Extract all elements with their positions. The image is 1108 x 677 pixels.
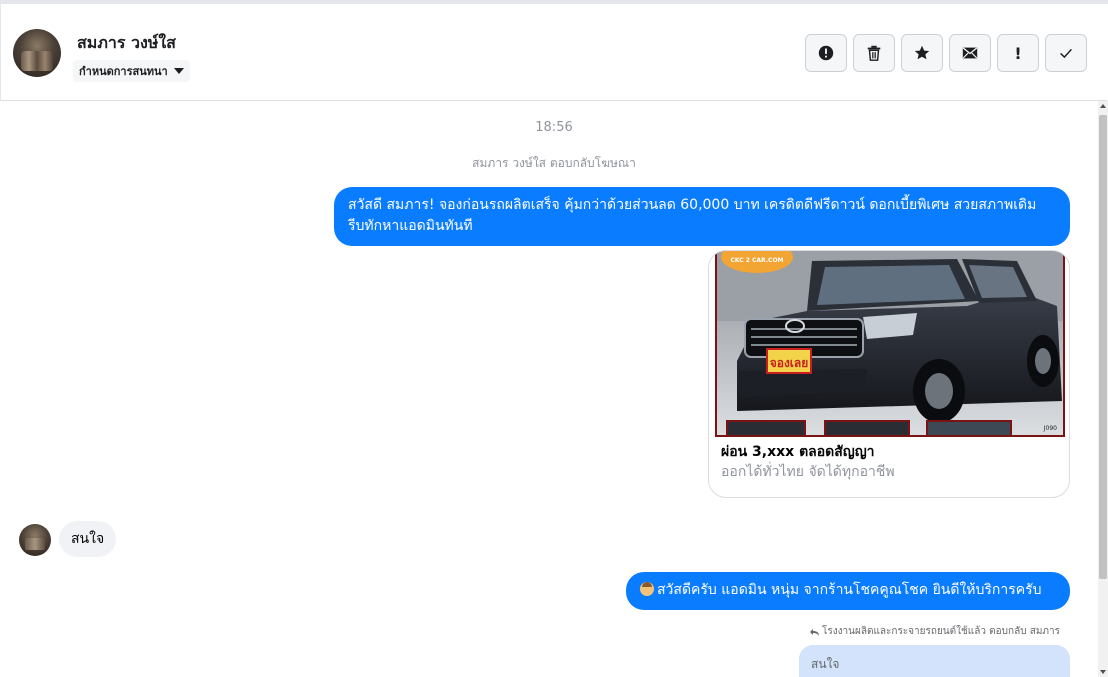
contact-name[interactable]: สมภาร วงษ์ใส [77,31,176,56]
report-button[interactable] [805,34,847,72]
caret-down-icon [173,68,184,74]
mark-unread-button[interactable] [949,34,991,72]
outgoing-message-greeting[interactable]: สวัสดีครับ แอดมิน หนุ่ม จากร้านโชคคูณโชค… [626,572,1070,610]
delete-button[interactable] [853,34,895,72]
contact-avatar[interactable] [13,29,61,77]
star-button[interactable] [901,34,943,72]
contact-avatar-small[interactable] [19,524,51,556]
scroll-down-arrow-icon[interactable] [1100,670,1106,674]
greeting-text: สวัสดีครับ แอดมิน หนุ่ม จากร้านโชคคูณโชค… [657,582,1042,598]
trash-icon [867,45,881,61]
check-icon [1060,48,1072,59]
scroll-up-arrow-icon[interactable] [1100,104,1106,108]
exclamation-icon: ! [1014,43,1022,63]
envelope-icon [962,47,978,59]
outgoing-message-ad[interactable]: สวัสดี สมภาร! จองก่อนรถผลิตเสร็จ คุ้มกว่… [334,187,1070,246]
done-button[interactable] [1045,34,1087,72]
incoming-message[interactable]: สนใจ [59,521,117,557]
thread-scrollbar[interactable] [1098,101,1108,677]
conversation-settings-dropdown[interactable]: กำหนดการสนทนา [73,60,190,82]
ad-image-sticker: จองเลย [770,356,809,370]
reply-meta-text: โรงงานผลิตและกระจายรถยนต์ใช้แล้ว ตอบกลับ… [822,626,1060,637]
ad-card[interactable]: จองเลย CKC 2 CAR.COM J090 ผ่อน 3,xxx ตลอ… [708,250,1070,498]
ad-image-badge: CKC 2 CAR.COM [730,257,783,264]
reply-meta: โรงงานผลิตและกระจายรถยนต์ใช้แล้ว ตอบกลับ… [810,624,1060,639]
quoted-message[interactable]: สนใจ [799,645,1070,677]
message-timestamp: 18:56 [535,120,573,135]
person-emoji-icon [640,582,654,596]
header-toolbar: ! [805,34,1087,72]
star-icon [914,45,930,60]
scroll-thumb[interactable] [1099,115,1107,579]
message-thread: 18:56 สมภาร วงษ์ใส ตอบกลับโฆษณา สวัสดี ส… [0,101,1098,677]
important-button[interactable]: ! [997,34,1039,72]
conversation-header: สมภาร วงษ์ใส กำหนดการสนทนา ! [0,4,1107,101]
alert-circle-icon [818,45,834,61]
reply-arrow-icon [810,628,819,636]
ad-card-title: ผ่อน 3,xxx ตลอดสัญญา [721,444,875,460]
ad-reply-note: สมภาร วงษ์ใส ตอบกลับโฆษณา [472,156,636,170]
ad-image-code: J090 [1043,425,1057,432]
ad-car-image: จองเลย CKC 2 CAR.COM J090 [715,251,1065,437]
conversation-settings-label: กำหนดการสนทนา [79,65,168,78]
ad-card-subtitle: ออกได้ทั่วไทย จัดได้ทุกอาชีพ [721,464,895,480]
